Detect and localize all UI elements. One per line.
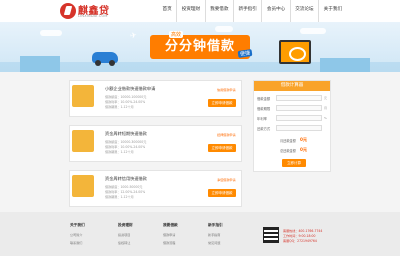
footer-heading: 关于我们 <box>70 223 85 227</box>
nav-item-borrow[interactable]: 我要借款 <box>204 0 233 22</box>
monthly-repay-label: 月还款金额 <box>280 139 296 143</box>
footer-column: 关于我们 公司简介 联系我们 <box>70 223 85 248</box>
airplane-icon: ✈ <box>129 30 138 41</box>
apply-loan-button[interactable]: 立即申请借款 <box>208 189 236 197</box>
footer-heading: 投资理财 <box>118 223 133 227</box>
brand-logo[interactable]: 麒鑫贷 LINXINDAI.COM <box>60 3 114 21</box>
cloud-decoration <box>300 28 326 34</box>
main-nav: 首页 投资理财 我要借款 新手指引 会员中心 交流论坛 关于我们 <box>158 0 347 22</box>
cloud-decoration <box>215 26 233 32</box>
total-repay-value: 0元 <box>300 147 308 152</box>
nav-item-member[interactable]: 会员中心 <box>261 0 289 22</box>
building-decoration <box>20 56 60 72</box>
term-unit: 月 <box>324 106 328 110</box>
monthly-repay-value: 0元 <box>300 137 308 142</box>
amount-label: 借款金额 <box>257 97 271 101</box>
footer-link[interactable]: 常见问题 <box>208 240 223 245</box>
term-label: 借款期限 <box>257 107 271 111</box>
nav-item-about[interactable]: 关于我们 <box>318 0 346 22</box>
loan-card: 资金周转短期快速借款 借款额度：10000-300000元 借款利率：10.00… <box>69 125 242 162</box>
rate-label: 年利率 <box>257 117 267 121</box>
loan-term: 借款期限：1-12个月 <box>105 150 134 154</box>
loan-title[interactable]: 资金周转信用快速借款 <box>105 176 147 182</box>
loan-product-icon <box>72 130 94 152</box>
footer-heading: 新手指引 <box>208 223 223 227</box>
calculate-button[interactable]: 立即计算 <box>282 159 306 167</box>
loan-calculator: 借款计算器 借款金额 元 借款期限 月 年利率 % 还款方式 月还款金额 0元 … <box>253 80 331 172</box>
repay-method-select[interactable] <box>276 125 322 131</box>
calculator-title: 借款计算器 <box>254 81 330 91</box>
car-icon <box>92 52 118 66</box>
footer-link[interactable]: 新手指南 <box>208 232 223 237</box>
loan-type-link[interactable]: 信用借款申请 <box>217 87 236 92</box>
footer-column: 投资理财 投资项目 债权转让 <box>118 223 133 248</box>
loan-term: 借款期限：1-12个月 <box>105 195 134 199</box>
site-header: 麒鑫贷 LINXINDAI.COM 首页 投资理财 我要借款 新手指引 会员中心… <box>0 0 400 22</box>
repay-method-label: 还款方式 <box>257 127 271 131</box>
footer-link[interactable]: 联系我们 <box>70 240 85 245</box>
slogan-tag-efficient: 高效 <box>169 31 184 38</box>
qq-text: 客服QQ：2721949764 <box>283 239 317 243</box>
term-input[interactable] <box>276 105 322 111</box>
loan-product-icon <box>72 85 94 107</box>
rate-unit: % <box>324 116 327 120</box>
promo-banner: ✈ 分分钟借款 高效 便捷 <box>0 22 400 72</box>
footer-column: 新手指引 新手指南 常见问题 <box>208 223 223 248</box>
apply-loan-button[interactable]: 立即申请借款 <box>208 144 236 152</box>
cloud-decoration <box>40 30 62 36</box>
nav-item-guide[interactable]: 新手指引 <box>232 0 261 22</box>
rate-input[interactable] <box>276 115 322 121</box>
site-footer: 关于我们 公司简介 联系我们 投资理财 投资项目 债权转让 我要借款 借款申请 … <box>0 212 400 256</box>
footer-link[interactable]: 借款流程 <box>163 240 178 245</box>
monitor-icon <box>279 40 311 64</box>
amount-unit: 元 <box>324 96 328 100</box>
nav-item-invest[interactable]: 投资理财 <box>176 0 204 22</box>
footer-link[interactable]: 投资项目 <box>118 232 133 237</box>
loan-product-icon <box>72 175 94 197</box>
total-repay-label: 总还款金额 <box>280 149 296 153</box>
amount-input[interactable] <box>276 95 322 101</box>
banner-slogan: 分分钟借款 <box>164 39 235 54</box>
footer-column: 我要借款 借款申请 借款流程 <box>163 223 178 248</box>
footer-link[interactable]: 债权转让 <box>118 240 133 245</box>
slogan-tag-convenient: 便捷 <box>237 49 253 58</box>
building-decoration <box>320 58 370 72</box>
loan-term: 借款期限：1-12个月 <box>105 105 134 109</box>
brand-domain: LINXINDAI.COM <box>78 14 108 18</box>
loan-type-link[interactable]: 净值借款申请 <box>217 177 236 182</box>
apply-loan-button[interactable]: 立即申请借款 <box>208 99 236 107</box>
footer-link[interactable]: 借款申请 <box>163 232 178 237</box>
loan-card: 小额企业借款快速借款申请 借款额度：10000-100000元 借款利率：10.… <box>69 80 242 117</box>
qr-code-icon <box>263 227 279 243</box>
logo-mark-icon <box>60 3 76 19</box>
loan-type-link[interactable]: 抵押借款申请 <box>217 132 236 137</box>
loan-card: 资金周转信用快速借款 借款额度：1000-50000元 借款利率：12.00%-… <box>69 170 242 207</box>
loan-title[interactable]: 资金周转短期快速借款 <box>105 131 147 137</box>
nav-item-forum[interactable]: 交流论坛 <box>289 0 318 22</box>
footer-heading: 我要借款 <box>163 223 178 227</box>
footer-link[interactable]: 公司简介 <box>70 232 85 237</box>
nav-item-home[interactable]: 首页 <box>158 0 176 22</box>
loan-title[interactable]: 小额企业借款快速借款申请 <box>105 86 155 92</box>
